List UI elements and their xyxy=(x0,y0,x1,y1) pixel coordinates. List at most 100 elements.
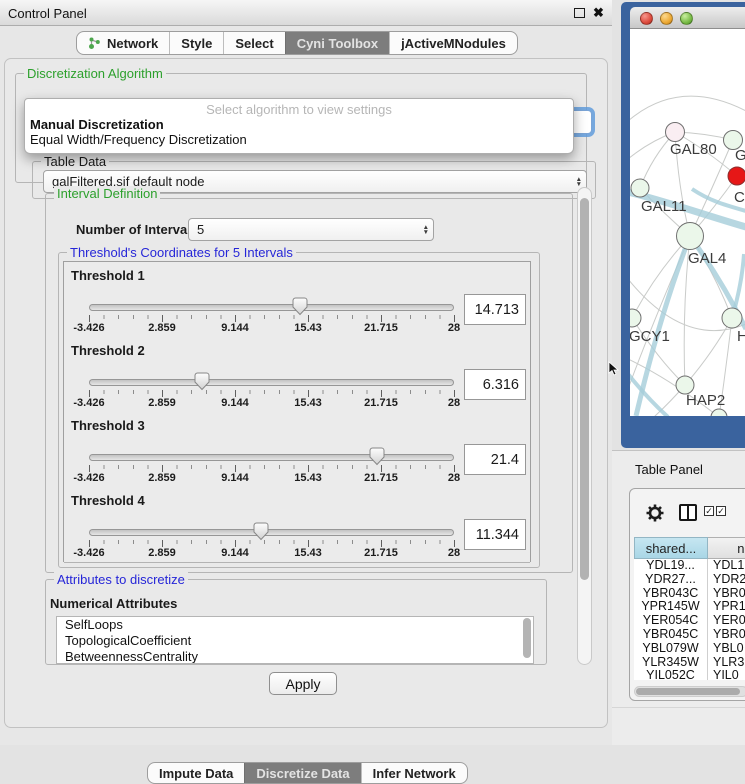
network-node-gal4[interactable] xyxy=(677,223,704,250)
spinner-arrows-icon: ▲▼ xyxy=(423,225,429,235)
network-node[interactable] xyxy=(711,409,727,416)
attribute-item-betweennesscentrality[interactable]: BetweennessCentrality xyxy=(57,649,533,664)
tick-label: -3.426 xyxy=(73,547,104,559)
tab-network[interactable]: Network xyxy=(77,32,169,54)
table-hscrollbar[interactable] xyxy=(634,686,745,697)
node-table: shared...na YDL19...YDL1YDR27...YDR2YBR0… xyxy=(634,537,745,680)
network-node-h[interactable] xyxy=(722,308,742,328)
zoom-traffic-light-icon[interactable] xyxy=(680,12,693,25)
settings-scrollbar[interactable] xyxy=(577,187,592,665)
columns-icon[interactable] xyxy=(679,504,697,521)
close-traffic-light-icon[interactable] xyxy=(640,12,653,25)
spinner-arrows-icon: ▲▼ xyxy=(576,177,582,187)
tick-label: 2.859 xyxy=(148,547,176,559)
group-title-table-data: Table Data xyxy=(41,154,109,169)
tick-label: 28 xyxy=(448,397,460,409)
network-graph[interactable]: GAL80GACGAL11GAL4GCY1HHAP2 xyxy=(630,29,745,416)
network-node-gcy1[interactable] xyxy=(630,309,641,327)
cell-shared-name: YDR27... xyxy=(634,573,708,587)
control-panel-title: Control Panel xyxy=(8,6,87,21)
threshold-value-field[interactable]: 6.316 xyxy=(464,369,526,400)
attribute-item-selfloops[interactable]: SelfLoops xyxy=(57,617,533,633)
cell-name: YLR3 xyxy=(708,656,745,670)
table-row[interactable]: YPR145WYPR1 xyxy=(634,600,745,614)
table-row[interactable]: YER054CYER0 xyxy=(634,614,745,628)
gear-icon[interactable] xyxy=(644,502,666,524)
node-label: GAL80 xyxy=(670,141,717,158)
group-title-interval: Interval Definition xyxy=(54,186,160,201)
tab-cyni-toolbox[interactable]: Cyni Toolbox xyxy=(285,32,389,54)
table-row[interactable]: YBR043CYBR0 xyxy=(634,587,745,601)
tick-label: 15.43 xyxy=(294,472,322,484)
threshold-value-field[interactable]: 14.713 xyxy=(464,294,526,325)
node-label: GA xyxy=(735,147,745,164)
cell-shared-name: YLR345W xyxy=(634,656,708,670)
network-node-c[interactable] xyxy=(728,167,745,185)
cell-name: YPR1 xyxy=(708,600,745,614)
dropdown-header: Select algorithm to view settings xyxy=(25,99,573,117)
checkboxes-icon[interactable]: ✓✓ xyxy=(704,506,726,516)
mouse-cursor xyxy=(608,361,620,377)
list-scrollbar[interactable] xyxy=(522,618,532,664)
threshold-panel-2: Threshold 2-3.4262.8599.14415.4321.71528… xyxy=(64,337,530,413)
table-row[interactable]: YIL052CYIL0 xyxy=(634,669,745,680)
network-window-titlebar[interactable] xyxy=(630,7,745,29)
tick-label: 15.43 xyxy=(294,397,322,409)
node-label: GCY1 xyxy=(630,328,670,345)
column-header-shared[interactable]: shared... xyxy=(634,537,708,559)
threshold-slider-track[interactable] xyxy=(89,454,454,461)
apply-button[interactable]: Apply xyxy=(269,672,337,695)
table-row[interactable]: YLR345WYLR3 xyxy=(634,656,745,670)
tab-infer-network[interactable]: Infer Network xyxy=(361,763,467,783)
network-node-gal80[interactable] xyxy=(666,123,685,142)
threshold-stack: Threshold 1-3.4262.8599.14415.4321.71528… xyxy=(63,261,531,562)
minimize-traffic-light-icon[interactable] xyxy=(660,12,673,25)
num-intervals-label: Number of Intervals xyxy=(76,222,198,237)
threshold-value-field[interactable]: 21.4 xyxy=(464,444,526,475)
dropdown-item-manual-discretization[interactable]: Manual Discretization xyxy=(25,117,573,132)
attribute-item-topologicalcoefficient[interactable]: TopologicalCoefficient xyxy=(57,633,533,649)
cell-name: YDR2 xyxy=(708,573,745,587)
tab-select[interactable]: Select xyxy=(223,32,284,54)
table-row[interactable]: YDR27...YDR2 xyxy=(634,573,745,587)
control-panel: Control Panel ✖ NetworkStyleSelectCyni T… xyxy=(0,0,612,745)
cell-name: YIL0 xyxy=(708,669,745,680)
network-canvas[interactable]: GAL80GACGAL11GAL4GCY1HHAP2 xyxy=(630,29,745,416)
tick-label: -3.426 xyxy=(73,472,104,484)
threshold-slider-track[interactable] xyxy=(89,304,454,311)
numerical-attributes-list[interactable]: SelfLoopsTopologicalCoefficientBetweenne… xyxy=(56,616,534,664)
tab-impute-data[interactable]: Impute Data xyxy=(148,763,244,783)
tick-label: 28 xyxy=(448,322,460,334)
network-node-gal11[interactable] xyxy=(631,179,649,197)
cell-shared-name: YBR043C xyxy=(634,587,708,601)
table-row[interactable]: YDL19...YDL1 xyxy=(634,559,745,573)
table-row[interactable]: YBL079WYBL0 xyxy=(634,642,745,656)
column-header-na[interactable]: na xyxy=(708,537,745,559)
group-title-thresholds: Threshold's Coordinates for 5 Intervals xyxy=(67,245,296,260)
tick-label: -3.426 xyxy=(73,397,104,409)
node-label: C xyxy=(734,189,745,206)
table-panel-card: ✓✓ shared...na YDL19...YDL1YDR27...YDR2Y… xyxy=(629,488,745,701)
float-window-icon[interactable] xyxy=(574,8,585,18)
tick-label: 21.715 xyxy=(364,322,398,334)
tab-discretize-data[interactable]: Discretize Data xyxy=(244,763,360,783)
scrollbar-thumb[interactable] xyxy=(580,198,589,580)
threshold-label: Threshold 1 xyxy=(71,268,145,283)
table-row[interactable]: YBR045CYBR0 xyxy=(634,628,745,642)
tab-style[interactable]: Style xyxy=(169,32,223,54)
threshold-panel-3: Threshold 3-3.4262.8599.14415.4321.71528… xyxy=(64,412,530,488)
threshold-slider-track[interactable] xyxy=(89,529,454,536)
cell-name: YBR0 xyxy=(708,587,745,601)
threshold-label: Threshold 3 xyxy=(71,418,145,433)
node-label: H xyxy=(737,328,745,345)
cell-name: YDL1 xyxy=(708,559,745,573)
num-intervals-combo[interactable]: 5 ▲▼ xyxy=(188,218,434,241)
hscrollbar-thumb[interactable] xyxy=(636,688,740,695)
threshold-value-field[interactable]: 11.344 xyxy=(464,519,526,550)
network-window-frame[interactable]: GAL80GACGAL11GAL4GCY1HHAP2 xyxy=(621,2,745,448)
dropdown-item-equal-width-frequency-discretization[interactable]: Equal Width/Frequency Discretization xyxy=(25,132,573,147)
close-icon[interactable]: ✖ xyxy=(593,5,604,21)
threshold-slider-track[interactable] xyxy=(89,379,454,386)
tab-jactivemnodules[interactable]: jActiveMNodules xyxy=(389,32,517,54)
tick-label: 15.43 xyxy=(294,547,322,559)
